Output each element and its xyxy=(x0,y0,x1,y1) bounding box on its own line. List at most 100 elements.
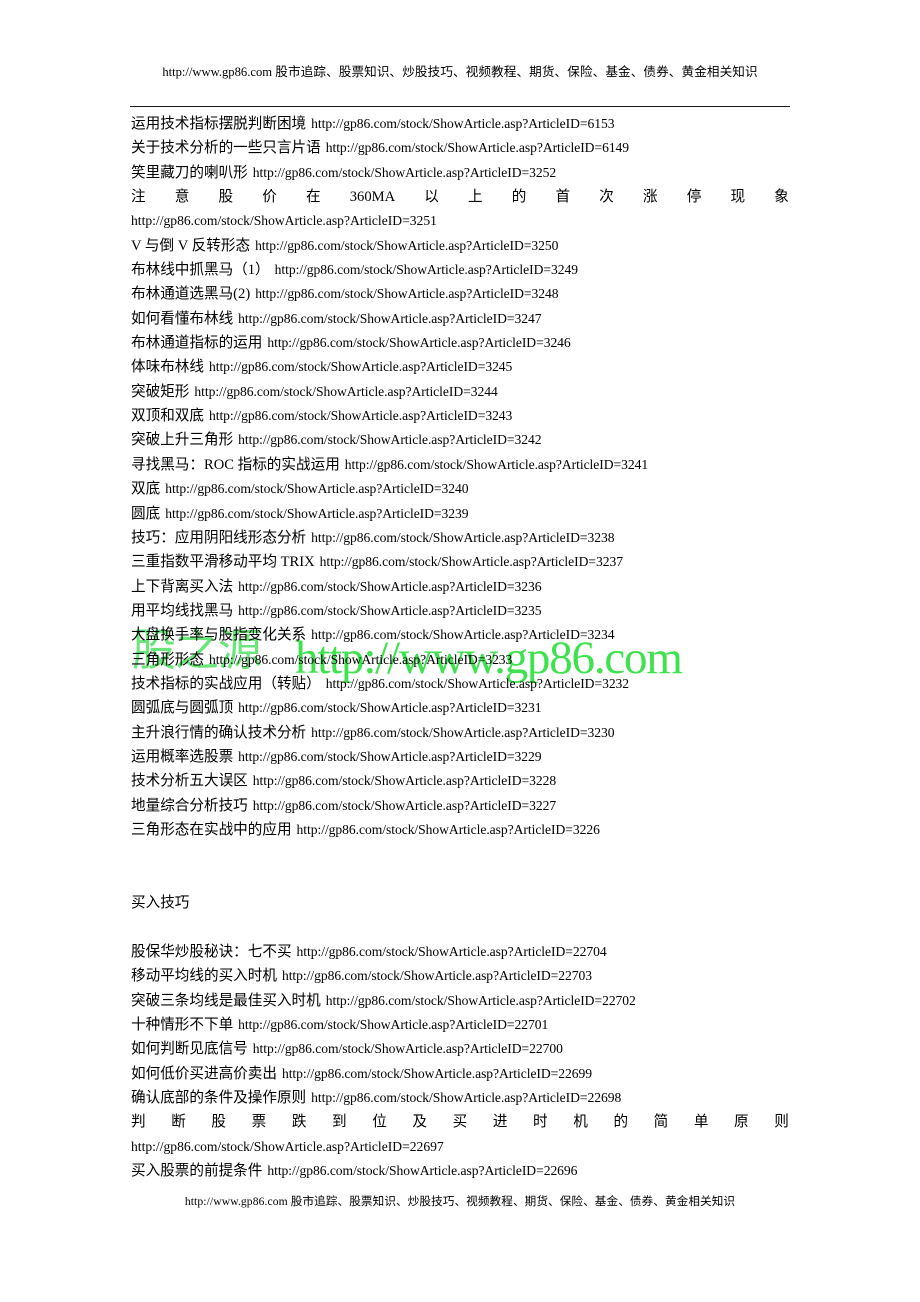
article-entry[interactable]: 确认底部的条件及操作原则 http://gp86.com/stock/ShowAr… xyxy=(131,1086,791,1110)
article-entry[interactable]: 体味布林线 http://gp86.com/stock/ShowArticle.a… xyxy=(131,355,791,379)
article-entry[interactable]: 笑里藏刀的喇叭形 http://gp86.com/stock/ShowArticl… xyxy=(131,161,791,185)
article-entry[interactable]: 买入股票的前提条件 http://gp86.com/stock/ShowArtic… xyxy=(131,1159,791,1183)
article-entry-title: 如何看懂布林线 xyxy=(131,310,234,327)
article-entry[interactable]: 如何判断见底信号 http://gp86.com/stock/ShowArticl… xyxy=(131,1037,791,1061)
article-entry-url[interactable]: http://gp86.com/stock/ShowArticle.asp?Ar… xyxy=(275,262,578,277)
article-entry-url[interactable]: http://gp86.com/stock/ShowArticle.asp?Ar… xyxy=(238,432,541,447)
article-entry-url[interactable]: http://gp86.com/stock/ShowArticle.asp?Ar… xyxy=(253,773,556,788)
article-entry-title: 突破矩形 xyxy=(131,383,190,400)
justified-char: 买 xyxy=(452,1114,468,1131)
article-entry-url[interactable]: http://gp86.com/stock/ShowArticle.asp?Ar… xyxy=(297,944,607,959)
section-heading-gap xyxy=(131,916,791,940)
article-entry-url[interactable]: http://gp86.com/stock/ShowArticle.asp?Ar… xyxy=(311,627,614,642)
article-entry[interactable]: 三角形态在实战中的应用 http://gp86.com/stock/ShowArt… xyxy=(131,818,791,842)
article-entry-url[interactable]: http://gp86.com/stock/ShowArticle.asp?Ar… xyxy=(238,579,541,594)
article-entry[interactable]: 运用概率选股票 http://gp86.com/stock/ShowArticle… xyxy=(131,745,791,769)
article-entry-title: 寻找黑马：ROC 指标的实战运用 xyxy=(131,456,340,473)
article-entry[interactable]: 双底 http://gp86.com/stock/ShowArticle.asp?… xyxy=(131,477,791,501)
article-link-list: 运用技术指标摆脱判断困境 http://gp86.com/stock/ShowAr… xyxy=(131,112,791,1183)
justified-char: 单 xyxy=(693,1114,709,1131)
article-entry[interactable]: 突破上升三角形 http://gp86.com/stock/ShowArticle… xyxy=(131,428,791,452)
article-entry-url[interactable]: http://gp86.com/stock/ShowArticle.asp?Ar… xyxy=(255,286,558,301)
article-entry-url[interactable]: http://gp86.com/stock/ShowArticle.asp?Ar… xyxy=(238,1017,548,1032)
section-heading: 买入技巧 xyxy=(131,895,190,912)
article-entry[interactable]: 双顶和双底 http://gp86.com/stock/ShowArticle.a… xyxy=(131,404,791,428)
article-entry-url[interactable]: http://gp86.com/stock/ShowArticle.asp?Ar… xyxy=(326,993,636,1008)
article-entry-url[interactable]: http://gp86.com/stock/ShowArticle.asp?Ar… xyxy=(311,530,614,545)
article-entry-url[interactable]: http://gp86.com/stock/ShowArticle.asp?Ar… xyxy=(311,1090,621,1105)
article-entry-url[interactable]: http://gp86.com/stock/ShowArticle.asp?Ar… xyxy=(345,457,648,472)
article-entry-title: 突破三条均线是最佳买入时机 xyxy=(131,992,321,1009)
article-entry[interactable]: 十种情形不下单 http://gp86.com/stock/ShowArticle… xyxy=(131,1013,791,1037)
justified-char: 360MA xyxy=(349,189,396,206)
article-entry[interactable]: 技术分析五大误区 http://gp86.com/stock/ShowArticl… xyxy=(131,769,791,793)
article-entry-url[interactable]: http://gp86.com/stock/ShowArticle.asp?Ar… xyxy=(131,209,791,233)
article-entry-title-justified: 注 意 股 价 在 360MA 以 上 的 首 次 涨 停 现 象 xyxy=(131,185,789,209)
article-entry[interactable]: 大盘换手率与股指变化关系 http://gp86.com/stock/ShowAr… xyxy=(131,623,791,647)
article-entry[interactable]: 地量综合分析技巧 http://gp86.com/stock/ShowArticl… xyxy=(131,794,791,818)
article-entry-title: 如何低价买进高价卖出 xyxy=(131,1065,277,1082)
article-entry-url[interactable]: http://gp86.com/stock/ShowArticle.asp?Ar… xyxy=(326,676,629,691)
article-entry-title: 双顶和双底 xyxy=(131,408,204,425)
header-divider-rule xyxy=(130,106,790,107)
article-entry-title: 买入股票的前提条件 xyxy=(131,1163,263,1180)
article-entry[interactable]: 突破三条均线是最佳买入时机 http://gp86.com/stock/ShowA… xyxy=(131,989,791,1013)
article-entry-url[interactable]: http://gp86.com/stock/ShowArticle.asp?Ar… xyxy=(209,359,512,374)
article-entry-url[interactable]: http://gp86.com/stock/ShowArticle.asp?Ar… xyxy=(238,311,541,326)
article-entry-url[interactable]: http://gp86.com/stock/ShowArticle.asp?Ar… xyxy=(282,1066,592,1081)
article-entry[interactable]: 突破矩形 http://gp86.com/stock/ShowArticle.as… xyxy=(131,380,791,404)
justified-char: 上 xyxy=(468,189,483,206)
article-entry[interactable]: 如何看懂布林线 http://gp86.com/stock/ShowArticle… xyxy=(131,307,791,331)
article-entry[interactable]: 三角形形态 http://gp86.com/stock/ShowArticle.a… xyxy=(131,648,791,672)
justified-char: 价 xyxy=(262,189,277,206)
article-entry-url[interactable]: http://gp86.com/stock/ShowArticle.asp?Ar… xyxy=(311,116,614,131)
article-entry-url[interactable]: http://gp86.com/stock/ShowArticle.asp?Ar… xyxy=(253,1041,563,1056)
justified-char: 首 xyxy=(555,189,571,206)
article-entry-title: 运用概率选股票 xyxy=(131,748,234,765)
article-entry-url[interactable]: http://gp86.com/stock/ShowArticle.asp?Ar… xyxy=(253,798,556,813)
footer-description: 股市追踪、股票知识、炒股技巧、视频教程、期货、保险、基金、债券、黄金相关知识 xyxy=(290,1195,736,1208)
article-entry-url[interactable]: http://gp86.com/stock/ShowArticle.asp?Ar… xyxy=(238,700,541,715)
article-entry[interactable]: 寻找黑马：ROC 指标的实战运用 http://gp86.com/stock/Sh… xyxy=(131,453,791,477)
article-entry[interactable]: V 与倒 V 反转形态 http://gp86.com/stock/ShowArt… xyxy=(131,234,791,258)
article-entry-url[interactable]: http://gp86.com/stock/ShowArticle.asp?Ar… xyxy=(209,408,512,423)
article-entry-url[interactable]: http://gp86.com/stock/ShowArticle.asp?Ar… xyxy=(311,725,614,740)
article-entry-url[interactable]: http://gp86.com/stock/ShowArticle.asp?Ar… xyxy=(255,238,558,253)
article-entry-url[interactable]: http://gp86.com/stock/ShowArticle.asp?Ar… xyxy=(165,481,468,496)
article-entry[interactable]: 股保华炒股秘诀：七不买 http://gp86.com/stock/ShowArt… xyxy=(131,940,791,964)
article-entry-title: 体味布林线 xyxy=(131,359,204,376)
article-entry[interactable]: 三重指数平滑移动平均 TRIX http://gp86.com/stock/Sho… xyxy=(131,550,791,574)
article-entry-url[interactable]: http://gp86.com/stock/ShowArticle.asp?Ar… xyxy=(238,749,541,764)
article-entry-url[interactable]: http://gp86.com/stock/ShowArticle.asp?Ar… xyxy=(297,822,600,837)
justified-char: 意 xyxy=(174,189,190,206)
article-entry[interactable]: 布林通道指标的运用 http://gp86.com/stock/ShowArtic… xyxy=(131,331,791,355)
article-entry[interactable]: 圆底 http://gp86.com/stock/ShowArticle.asp?… xyxy=(131,502,791,526)
article-entry[interactable]: 布林通道选黑马(2) http://gp86.com/stock/ShowArti… xyxy=(131,282,791,306)
article-entry-url[interactable]: http://gp86.com/stock/ShowArticle.asp?Ar… xyxy=(253,165,556,180)
article-entry[interactable]: 技术指标的实战应用（转贴） http://gp86.com/stock/ShowA… xyxy=(131,672,791,696)
article-entry-url[interactable]: http://gp86.com/stock/ShowArticle.asp?Ar… xyxy=(267,335,570,350)
article-entry[interactable]: 技巧：应用阴阳线形态分析 http://gp86.com/stock/ShowAr… xyxy=(131,526,791,550)
article-entry[interactable]: 关于技术分析的一些只言片语 http://gp86.com/stock/ShowA… xyxy=(131,136,791,160)
article-entry-url[interactable]: http://gp86.com/stock/ShowArticle.asp?Ar… xyxy=(131,1135,791,1159)
article-entry-url[interactable]: http://gp86.com/stock/ShowArticle.asp?Ar… xyxy=(326,140,629,155)
article-entry[interactable]: 用平均线找黑马 http://gp86.com/stock/ShowArticle… xyxy=(131,599,791,623)
article-entry[interactable]: 上下背离买入法 http://gp86.com/stock/ShowArticle… xyxy=(131,575,791,599)
article-entry-url[interactable]: http://gp86.com/stock/ShowArticle.asp?Ar… xyxy=(165,506,468,521)
article-entry-url[interactable]: http://gp86.com/stock/ShowArticle.asp?Ar… xyxy=(194,384,497,399)
justified-char: 机 xyxy=(573,1114,588,1131)
article-entry[interactable]: 圆弧底与圆弧顶 http://gp86.com/stock/ShowArticle… xyxy=(131,696,791,720)
article-entry-url[interactable]: http://gp86.com/stock/ShowArticle.asp?Ar… xyxy=(238,603,541,618)
article-entry-url[interactable]: http://gp86.com/stock/ShowArticle.asp?Ar… xyxy=(267,1163,577,1178)
article-entry[interactable]: 移动平均线的买入时机 http://gp86.com/stock/ShowArti… xyxy=(131,964,791,988)
article-entry-url[interactable]: http://gp86.com/stock/ShowArticle.asp?Ar… xyxy=(282,968,592,983)
justified-char: 的 xyxy=(613,1114,629,1131)
article-entry-title: 运用技术指标摆脱判断困境 xyxy=(131,116,307,132)
article-entry[interactable]: 运用技术指标摆脱判断困境 http://gp86.com/stock/ShowAr… xyxy=(131,112,791,136)
justified-char: 原 xyxy=(734,1114,749,1131)
article-entry-url[interactable]: http://gp86.com/stock/ShowArticle.asp?Ar… xyxy=(209,652,512,667)
article-entry[interactable]: 如何低价买进高价卖出 http://gp86.com/stock/ShowArti… xyxy=(131,1062,791,1086)
article-entry-url[interactable]: http://gp86.com/stock/ShowArticle.asp?Ar… xyxy=(320,554,623,569)
article-entry[interactable]: 布林线中抓黑马（1） http://gp86.com/stock/ShowArti… xyxy=(131,258,791,282)
article-entry[interactable]: 主升浪行情的确认技术分析 http://gp86.com/stock/ShowAr… xyxy=(131,721,791,745)
